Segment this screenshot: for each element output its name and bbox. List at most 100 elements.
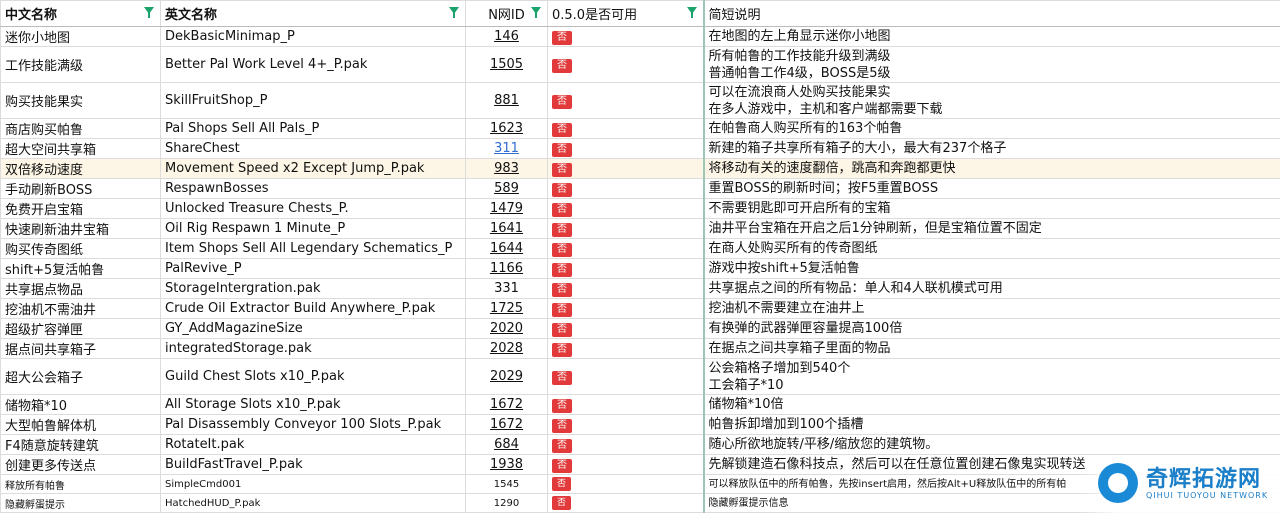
cell-cn[interactable]: 迷你小地图 [1, 27, 161, 47]
table-row[interactable]: 挖油机不需油井Crude Oil Extractor Build Anywher… [1, 299, 1280, 319]
cell-en[interactable]: GY_AddMagazineSize [161, 319, 466, 339]
cell-en[interactable]: DekBasicMinimap_P [161, 27, 466, 47]
table-row[interactable]: 手动刷新BOSSRespawnBosses589否重置BOSS的刷新时间；按F5… [1, 179, 1280, 199]
cell-desc[interactable]: 油井平台宝箱在开启之后1分钟刷新，但是宝箱位置不固定 [704, 219, 1280, 239]
cell-nid[interactable]: 1672 [466, 415, 548, 435]
table-row[interactable]: 超大空间共享箱ShareChest311否新建的箱子共享所有箱子的大小，最大有2… [1, 139, 1280, 159]
nexus-id-link[interactable]: 2020 [490, 321, 523, 336]
cell-usable[interactable]: 否 [548, 494, 704, 513]
cell-cn[interactable]: shift+5复活帕鲁 [1, 259, 161, 279]
cell-usable[interactable]: 否 [548, 279, 704, 299]
cell-en[interactable]: RespawnBosses [161, 179, 466, 199]
cell-cn[interactable]: 免费开启宝箱 [1, 199, 161, 219]
cell-nid[interactable]: 2020 [466, 319, 548, 339]
table-row[interactable]: 快速刷新油井宝箱Oil Rig Respawn 1 Minute_P1641否油… [1, 219, 1280, 239]
nexus-id-link[interactable]: 983 [494, 161, 519, 176]
cell-desc[interactable]: 新建的箱子共享所有箱子的大小，最大有237个格子 [704, 139, 1280, 159]
table-row[interactable]: 超大公会箱子Guild Chest Slots x10_P.pak2029否公会… [1, 359, 1280, 395]
cell-nid[interactable]: 1644 [466, 239, 548, 259]
cell-nid[interactable]: 146 [466, 27, 548, 47]
cell-en[interactable]: Oil Rig Respawn 1 Minute_P [161, 219, 466, 239]
cell-usable[interactable]: 否 [548, 319, 704, 339]
cell-nid[interactable]: 1938 [466, 455, 548, 475]
cell-en[interactable]: Item Shops Sell All Legendary Schematics… [161, 239, 466, 259]
cell-cn[interactable]: 手动刷新BOSS [1, 179, 161, 199]
nexus-id-link[interactable]: 1644 [490, 241, 523, 256]
table-row[interactable]: 商店购买帕鲁Pal Shops Sell All Pals_P1623否在帕鲁商… [1, 119, 1280, 139]
cell-desc[interactable]: 随心所欲地旋转/平移/缩放您的建筑物。 [704, 435, 1280, 455]
header-usable[interactable]: 0.5.0是否可用 [548, 1, 704, 27]
cell-en[interactable]: BuildFastTravel_P.pak [161, 455, 466, 475]
cell-cn[interactable]: F4随意旋转建筑 [1, 435, 161, 455]
table-row[interactable]: 双倍移动速度Movement Speed x2 Except Jump_P.pa… [1, 159, 1280, 179]
header-desc[interactable]: 简短说明 [704, 1, 1280, 27]
nexus-id-link[interactable]: 881 [494, 93, 519, 108]
cell-nid[interactable]: 1166 [466, 259, 548, 279]
table-row[interactable]: shift+5复活帕鲁PalRevive_P1166否游戏中按shift+5复活… [1, 259, 1280, 279]
cell-en[interactable]: StorageIntergration.pak [161, 279, 466, 299]
cell-nid[interactable]: 1672 [466, 395, 548, 415]
cell-usable[interactable]: 否 [548, 83, 704, 119]
nexus-id-link[interactable]: 1505 [490, 57, 523, 72]
cell-cn[interactable]: 挖油机不需油井 [1, 299, 161, 319]
cell-usable[interactable]: 否 [548, 415, 704, 435]
cell-en[interactable]: SkillFruitShop_P [161, 83, 466, 119]
cell-nid[interactable]: 1641 [466, 219, 548, 239]
cell-en[interactable]: Pal Disassembly Conveyor 100 Slots_P.pak [161, 415, 466, 435]
cell-en[interactable]: RotateIt.pak [161, 435, 466, 455]
header-cn[interactable]: 中文名称 [1, 1, 161, 27]
cell-usable[interactable]: 否 [548, 47, 704, 83]
cell-desc[interactable]: 共享据点之间的所有物品：单人和4人联机模式可用 [704, 279, 1280, 299]
cell-cn[interactable]: 大型帕鲁解体机 [1, 415, 161, 435]
nexus-id-link[interactable]: 1725 [490, 301, 523, 316]
nexus-id-link[interactable]: 331 [494, 281, 519, 296]
cell-desc[interactable]: 将移动有关的速度翻倍，跳高和奔跑都更快 [704, 159, 1280, 179]
cell-en[interactable]: Guild Chest Slots x10_P.pak [161, 359, 466, 395]
table-row[interactable]: 超级扩容弹匣GY_AddMagazineSize2020否有换弹的武器弹匣容量提… [1, 319, 1280, 339]
nexus-id-link[interactable]: 589 [494, 181, 519, 196]
cell-nid[interactable]: 684 [466, 435, 548, 455]
nexus-id-link[interactable]: 146 [494, 29, 519, 44]
cell-usable[interactable]: 否 [548, 199, 704, 219]
cell-en[interactable]: integratedStorage.pak [161, 339, 466, 359]
table-row[interactable]: 工作技能满级Better Pal Work Level 4+_P.pak 1505… [1, 47, 1280, 83]
cell-cn[interactable]: 创建更多传送点 [1, 455, 161, 475]
nexus-id-link[interactable]: 1641 [490, 221, 523, 236]
cell-usable[interactable]: 否 [548, 159, 704, 179]
table-row[interactable]: 免费开启宝箱Unlocked Treasure Chests_P.1479否不需… [1, 199, 1280, 219]
cell-desc[interactable]: 帕鲁拆卸增加到100个插槽 [704, 415, 1280, 435]
cell-cn[interactable]: 购买传奇图纸 [1, 239, 161, 259]
cell-desc[interactable]: 在地图的左上角显示迷你小地图 [704, 27, 1280, 47]
cell-usable[interactable]: 否 [548, 219, 704, 239]
filter-icon[interactable] [144, 7, 154, 14]
nexus-id-link[interactable]: 1938 [490, 457, 523, 472]
cell-usable[interactable]: 否 [548, 395, 704, 415]
cell-cn[interactable]: 超大空间共享箱 [1, 139, 161, 159]
cell-cn[interactable]: 共享据点物品 [1, 279, 161, 299]
cell-desc[interactable]: 在帕鲁商人购买所有的163个帕鲁 [704, 119, 1280, 139]
cell-nid[interactable]: 1505 [466, 47, 548, 83]
cell-nid[interactable]: 983 [466, 159, 548, 179]
nexus-id-link[interactable]: 1545 [494, 479, 519, 490]
cell-desc[interactable]: 储物箱*10倍 [704, 395, 1280, 415]
cell-cn[interactable]: 释放所有帕鲁 [1, 475, 161, 494]
cell-en[interactable]: Better Pal Work Level 4+_P.pak [161, 47, 466, 83]
cell-usable[interactable]: 否 [548, 339, 704, 359]
cell-cn[interactable]: 工作技能满级 [1, 47, 161, 83]
cell-nid[interactable]: 2029 [466, 359, 548, 395]
cell-en[interactable]: PalRevive_P [161, 259, 466, 279]
cell-usable[interactable]: 否 [548, 299, 704, 319]
nexus-id-link[interactable]: 311 [494, 141, 519, 156]
cell-cn[interactable]: 购买技能果实 [1, 83, 161, 119]
cell-nid[interactable]: 2028 [466, 339, 548, 359]
cell-nid[interactable]: 1545 [466, 475, 548, 494]
cell-nid[interactable]: 1290 [466, 494, 548, 513]
table-row[interactable]: 购买技能果实SkillFruitShop_P881否可以在流浪商人处购买技能果实… [1, 83, 1280, 119]
table-row[interactable]: 共享据点物品StorageIntergration.pak 331 否共享据点之间的… [1, 279, 1280, 299]
nexus-id-link[interactable]: 684 [494, 437, 519, 452]
cell-en[interactable]: HatchedHUD_P.pak [161, 494, 466, 513]
nexus-id-link[interactable]: 1166 [490, 261, 523, 276]
cell-nid[interactable]: 1479 [466, 199, 548, 219]
nexus-id-link[interactable]: 2029 [490, 369, 523, 384]
cell-cn[interactable]: 储物箱*10 [1, 395, 161, 415]
